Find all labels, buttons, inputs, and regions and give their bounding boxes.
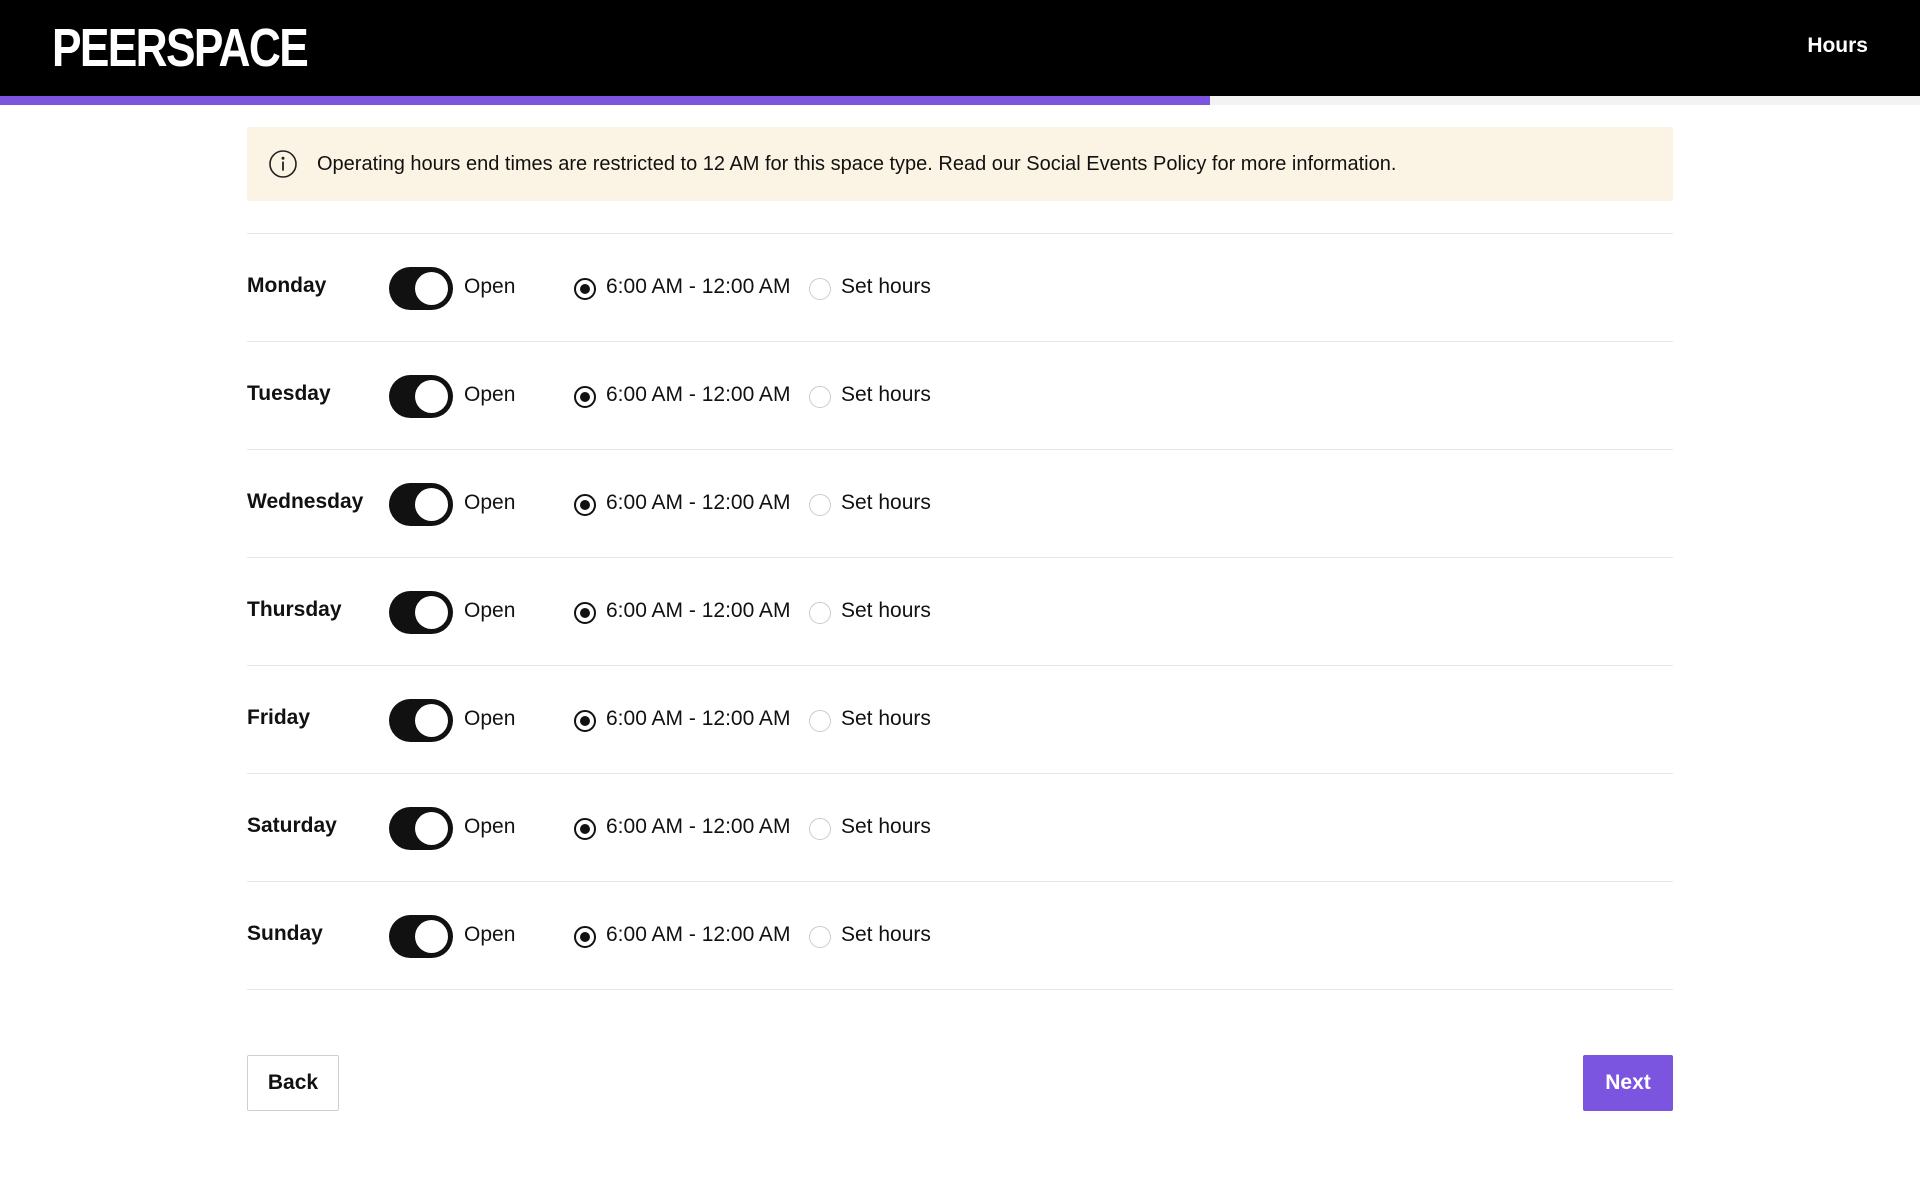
open-toggle[interactable] bbox=[389, 483, 453, 526]
toggle-knob bbox=[415, 704, 448, 737]
default-hours-label[interactable]: 6:00 AM - 12:00 AM bbox=[606, 599, 790, 623]
set-hours-label[interactable]: Set hours bbox=[841, 815, 931, 839]
back-button[interactable]: Back bbox=[247, 1055, 339, 1111]
peerspace-logo[interactable]: PEERSPACE bbox=[52, 21, 309, 75]
open-toggle[interactable] bbox=[389, 267, 453, 310]
toggle-knob bbox=[415, 812, 448, 845]
set-hours-radio[interactable] bbox=[809, 386, 831, 408]
default-hours-label[interactable]: 6:00 AM - 12:00 AM bbox=[606, 491, 790, 515]
day-row-sunday: Sunday Open 6:00 AM - 12:00 AM Set hours bbox=[247, 882, 1673, 990]
toggle-knob bbox=[415, 488, 448, 521]
open-toggle[interactable] bbox=[389, 699, 453, 742]
day-row-tuesday: Tuesday Open 6:00 AM - 12:00 AM Set hour… bbox=[247, 342, 1673, 450]
day-row-saturday: Saturday Open 6:00 AM - 12:00 AM Set hou… bbox=[247, 774, 1673, 882]
day-row-thursday: Thursday Open 6:00 AM - 12:00 AM Set hou… bbox=[247, 558, 1673, 666]
open-toggle[interactable] bbox=[389, 591, 453, 634]
toggle-knob bbox=[415, 272, 448, 305]
default-hours-radio[interactable] bbox=[574, 818, 596, 840]
set-hours-radio[interactable] bbox=[809, 494, 831, 516]
day-name: Tuesday bbox=[247, 382, 331, 405]
open-label: Open bbox=[464, 923, 516, 946]
set-hours-radio[interactable] bbox=[809, 926, 831, 948]
day-name: Thursday bbox=[247, 598, 342, 621]
set-hours-radio[interactable] bbox=[809, 710, 831, 732]
set-hours-label[interactable]: Set hours bbox=[841, 599, 931, 623]
set-hours-label[interactable]: Set hours bbox=[841, 491, 931, 515]
default-hours-radio[interactable] bbox=[574, 278, 596, 300]
info-banner: Operating hours end times are restricted… bbox=[247, 127, 1673, 201]
default-hours-label[interactable]: 6:00 AM - 12:00 AM bbox=[606, 383, 790, 407]
default-hours-radio[interactable] bbox=[574, 710, 596, 732]
open-toggle[interactable] bbox=[389, 375, 453, 418]
set-hours-label[interactable]: Set hours bbox=[841, 707, 931, 731]
set-hours-radio[interactable] bbox=[809, 818, 831, 840]
open-toggle[interactable] bbox=[389, 807, 453, 850]
default-hours-label[interactable]: 6:00 AM - 12:00 AM bbox=[606, 275, 790, 299]
page-title: Hours bbox=[1807, 34, 1868, 57]
open-label: Open bbox=[464, 707, 516, 730]
open-label: Open bbox=[464, 383, 516, 406]
open-label: Open bbox=[464, 275, 516, 298]
open-toggle[interactable] bbox=[389, 915, 453, 958]
day-row-monday: Monday Open 6:00 AM - 12:00 AM Set hours bbox=[247, 234, 1673, 342]
open-label: Open bbox=[464, 815, 516, 838]
default-hours-label[interactable]: 6:00 AM - 12:00 AM bbox=[606, 815, 790, 839]
info-banner-text: Operating hours end times are restricted… bbox=[317, 152, 1397, 175]
toggle-knob bbox=[415, 380, 448, 413]
day-row-wednesday: Wednesday Open 6:00 AM - 12:00 AM Set ho… bbox=[247, 450, 1673, 558]
toggle-knob bbox=[415, 920, 448, 953]
default-hours-radio[interactable] bbox=[574, 602, 596, 624]
day-row-friday: Friday Open 6:00 AM - 12:00 AM Set hours bbox=[247, 666, 1673, 774]
default-hours-label[interactable]: 6:00 AM - 12:00 AM bbox=[606, 923, 790, 947]
progress-bar-fill bbox=[0, 96, 1210, 105]
set-hours-label[interactable]: Set hours bbox=[841, 275, 931, 299]
default-hours-radio[interactable] bbox=[574, 386, 596, 408]
set-hours-radio[interactable] bbox=[809, 278, 831, 300]
toggle-knob bbox=[415, 596, 448, 629]
default-hours-radio[interactable] bbox=[574, 494, 596, 516]
next-button[interactable]: Next bbox=[1583, 1055, 1673, 1111]
day-name: Monday bbox=[247, 274, 327, 297]
day-name: Saturday bbox=[247, 814, 337, 837]
progress-bar bbox=[0, 96, 1920, 105]
default-hours-radio[interactable] bbox=[574, 926, 596, 948]
set-hours-label[interactable]: Set hours bbox=[841, 383, 931, 407]
day-name: Wednesday bbox=[247, 490, 364, 513]
open-label: Open bbox=[464, 599, 516, 622]
open-label: Open bbox=[464, 491, 516, 514]
info-icon bbox=[269, 150, 297, 178]
day-name: Sunday bbox=[247, 922, 323, 945]
set-hours-label[interactable]: Set hours bbox=[841, 923, 931, 947]
set-hours-radio[interactable] bbox=[809, 602, 831, 624]
day-name: Friday bbox=[247, 706, 311, 729]
hours-list: Monday Open 6:00 AM - 12:00 AM Set hours… bbox=[247, 233, 1673, 990]
default-hours-label[interactable]: 6:00 AM - 12:00 AM bbox=[606, 707, 790, 731]
top-bar: PEERSPACE Hours bbox=[0, 0, 1920, 96]
